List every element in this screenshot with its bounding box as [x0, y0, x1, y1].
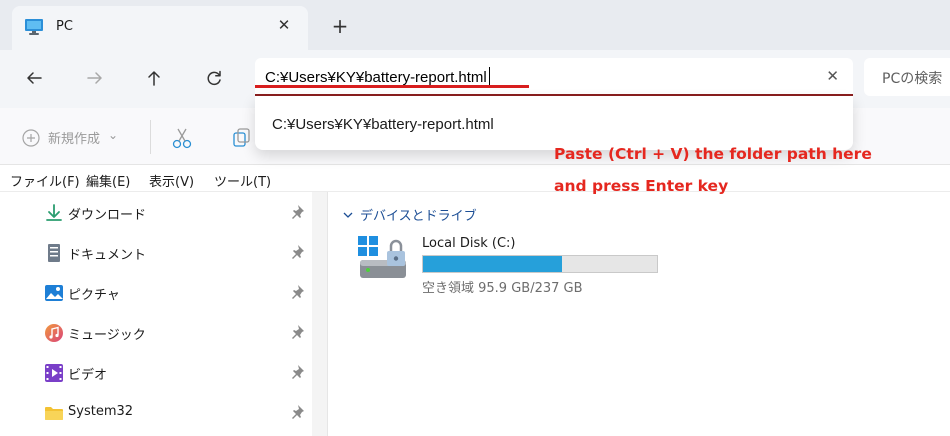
plus-circle-icon: [22, 128, 40, 147]
sidebar-item-label: ドキュメント: [68, 248, 147, 263]
tab-pc[interactable]: PC ✕: [12, 6, 308, 50]
sidebar-item-pictures[interactable]: ピクチャ: [44, 281, 312, 305]
new-tab-button[interactable]: +: [330, 16, 350, 36]
pictures-icon: [45, 285, 63, 301]
sidebar-item-music[interactable]: ミュージック: [44, 321, 312, 345]
pin-icon[interactable]: [289, 364, 305, 380]
scissors-icon: [172, 128, 192, 149]
address-input[interactable]: C:¥Users¥KY¥battery-report.html: [265, 67, 490, 86]
annotation-line-1: Paste (Ctrl + V) the folder path here: [554, 145, 872, 163]
instruction-annotation: Paste (Ctrl + V) the folder path here an…: [554, 138, 872, 202]
drive-name: Local Disk (C:): [422, 236, 516, 251]
address-value: C:¥Users¥KY¥battery-report.html: [265, 69, 487, 86]
annotation-line-2: and press Enter key: [554, 177, 729, 195]
pin-icon[interactable]: [289, 244, 305, 260]
copy-icon: [233, 128, 250, 147]
cut-button[interactable]: [172, 127, 192, 153]
chevron-down-icon: [343, 212, 353, 218]
up-button[interactable]: [142, 66, 166, 90]
sidebar-item-label: ミュージック: [68, 328, 146, 343]
monitor-icon: [25, 19, 43, 35]
sidebar-item-documents[interactable]: ドキュメント: [44, 241, 312, 265]
drive-usage-fill: [423, 256, 563, 272]
new-button-label: 新規作成: [48, 132, 101, 147]
new-button[interactable]: 新規作成 ⌄: [22, 128, 118, 147]
address-bar[interactable]: C:¥Users¥KY¥battery-report.html ✕: [255, 58, 853, 96]
suggestion-item[interactable]: C:¥Users¥KY¥battery-report.html: [272, 116, 494, 133]
sidebar-item-label: ビデオ: [68, 368, 108, 383]
sidebar-item-videos[interactable]: ビデオ: [44, 361, 312, 385]
search-input[interactable]: PCの検索: [882, 68, 942, 88]
arrow-left-icon: [27, 72, 42, 84]
sidebar-item-downloads[interactable]: ダウンロード: [44, 201, 312, 225]
sidebar-item-label: System32: [68, 404, 134, 419]
forward-button[interactable]: [83, 66, 107, 90]
annotation-underline: [255, 85, 529, 88]
menu-view[interactable]: 表示(V): [149, 171, 194, 190]
folder-icon: [45, 407, 63, 420]
sidebar-item-label: ダウンロード: [68, 208, 147, 223]
pane-splitter[interactable]: [312, 192, 328, 436]
navigation-pane: ダウンロード ドキュメント ピクチャ ミュージック ビデオ System32: [0, 192, 312, 436]
drive-tile-c[interactable]: Local Disk (C:) 空き領域 95.9 GB/237 GB: [358, 234, 678, 298]
chevron-down-icon: ⌄: [108, 127, 119, 142]
menu-tools[interactable]: ツール(T): [214, 171, 271, 190]
sidebar-item-system32[interactable]: System32: [44, 401, 312, 425]
back-button[interactable]: [22, 66, 46, 90]
pin-icon[interactable]: [289, 404, 305, 420]
arrow-up-icon: [148, 71, 160, 86]
tab-title: PC: [56, 19, 73, 34]
copy-button[interactable]: [232, 128, 252, 152]
menu-file[interactable]: ファイル(F): [10, 171, 80, 190]
drive-locked-icon: [358, 236, 406, 278]
pin-icon[interactable]: [289, 284, 305, 300]
text-caret: [488, 67, 490, 85]
content-pane: デバイスとドライブ Local Disk (C:) 空き領域 95.9 GB/2…: [328, 192, 950, 436]
pin-icon[interactable]: [289, 204, 305, 220]
sidebar-item-label: ピクチャ: [68, 288, 120, 303]
command-separator: [150, 120, 151, 154]
drive-usage-bar: [422, 255, 658, 273]
devices-group-header[interactable]: デバイスとドライブ: [342, 205, 477, 224]
video-icon: [45, 364, 63, 382]
drive-free-space: 空き領域 95.9 GB/237 GB: [422, 281, 583, 296]
clear-address-icon[interactable]: ✕: [826, 67, 839, 85]
tab-close-icon[interactable]: ✕: [274, 16, 294, 34]
tab-strip: PC ✕ +: [0, 0, 950, 50]
refresh-button[interactable]: [202, 66, 226, 90]
refresh-icon: [207, 70, 221, 86]
menu-edit[interactable]: 編集(E): [86, 171, 130, 190]
download-icon: [46, 204, 62, 221]
music-icon: [45, 324, 63, 342]
document-icon: [48, 244, 60, 262]
group-header-label: デバイスとドライブ: [360, 209, 477, 224]
search-box[interactable]: PCの検索: [864, 58, 950, 96]
arrow-right-icon: [87, 72, 102, 84]
pin-icon[interactable]: [289, 324, 305, 340]
